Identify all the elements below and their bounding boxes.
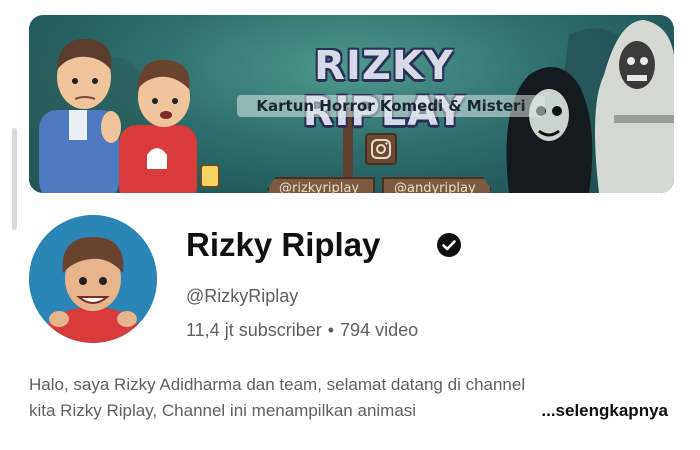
show-more-link[interactable]: ...selengkapnya bbox=[537, 398, 668, 424]
description-line-2-wrap: kita Rizky Riplay, Channel ini menampilk… bbox=[29, 398, 674, 424]
banner-social-right: @andyriplay bbox=[382, 177, 492, 193]
channel-stats: 11,4 jt subscriber • 794 video bbox=[186, 320, 418, 341]
channel-handle: @RizkyRiplay bbox=[186, 286, 299, 306]
channel-banner: RIZKY RIPLAY Kartun Horror Komedi & Mist… bbox=[29, 15, 674, 193]
description-line-1: Halo, saya Rizky Adidharma dan team, sel… bbox=[29, 375, 526, 394]
description-line-2: kita Rizky Riplay, Channel ini menampilk… bbox=[29, 401, 417, 420]
verified-check-icon bbox=[436, 232, 462, 258]
banner-social-left: @rizkyriplay bbox=[267, 177, 376, 193]
description-fade bbox=[474, 398, 522, 424]
channel-name: Rizky Riplay bbox=[186, 226, 381, 263]
subscriber-count: 11,4 jt subscriber bbox=[186, 320, 322, 340]
video-count: 794 video bbox=[340, 320, 419, 340]
banner-title: RIZKY RIPLAY bbox=[303, 43, 465, 135]
channel-avatar[interactable] bbox=[29, 215, 157, 343]
channel-description[interactable]: Halo, saya Rizky Adidharma dan team, sel… bbox=[29, 372, 674, 424]
instagram-icon bbox=[365, 133, 397, 165]
banner-tagline: Kartun Horror Komedi & Misteri bbox=[237, 95, 545, 117]
scroll-indicator[interactable] bbox=[12, 128, 17, 230]
stats-separator: • bbox=[327, 320, 335, 340]
